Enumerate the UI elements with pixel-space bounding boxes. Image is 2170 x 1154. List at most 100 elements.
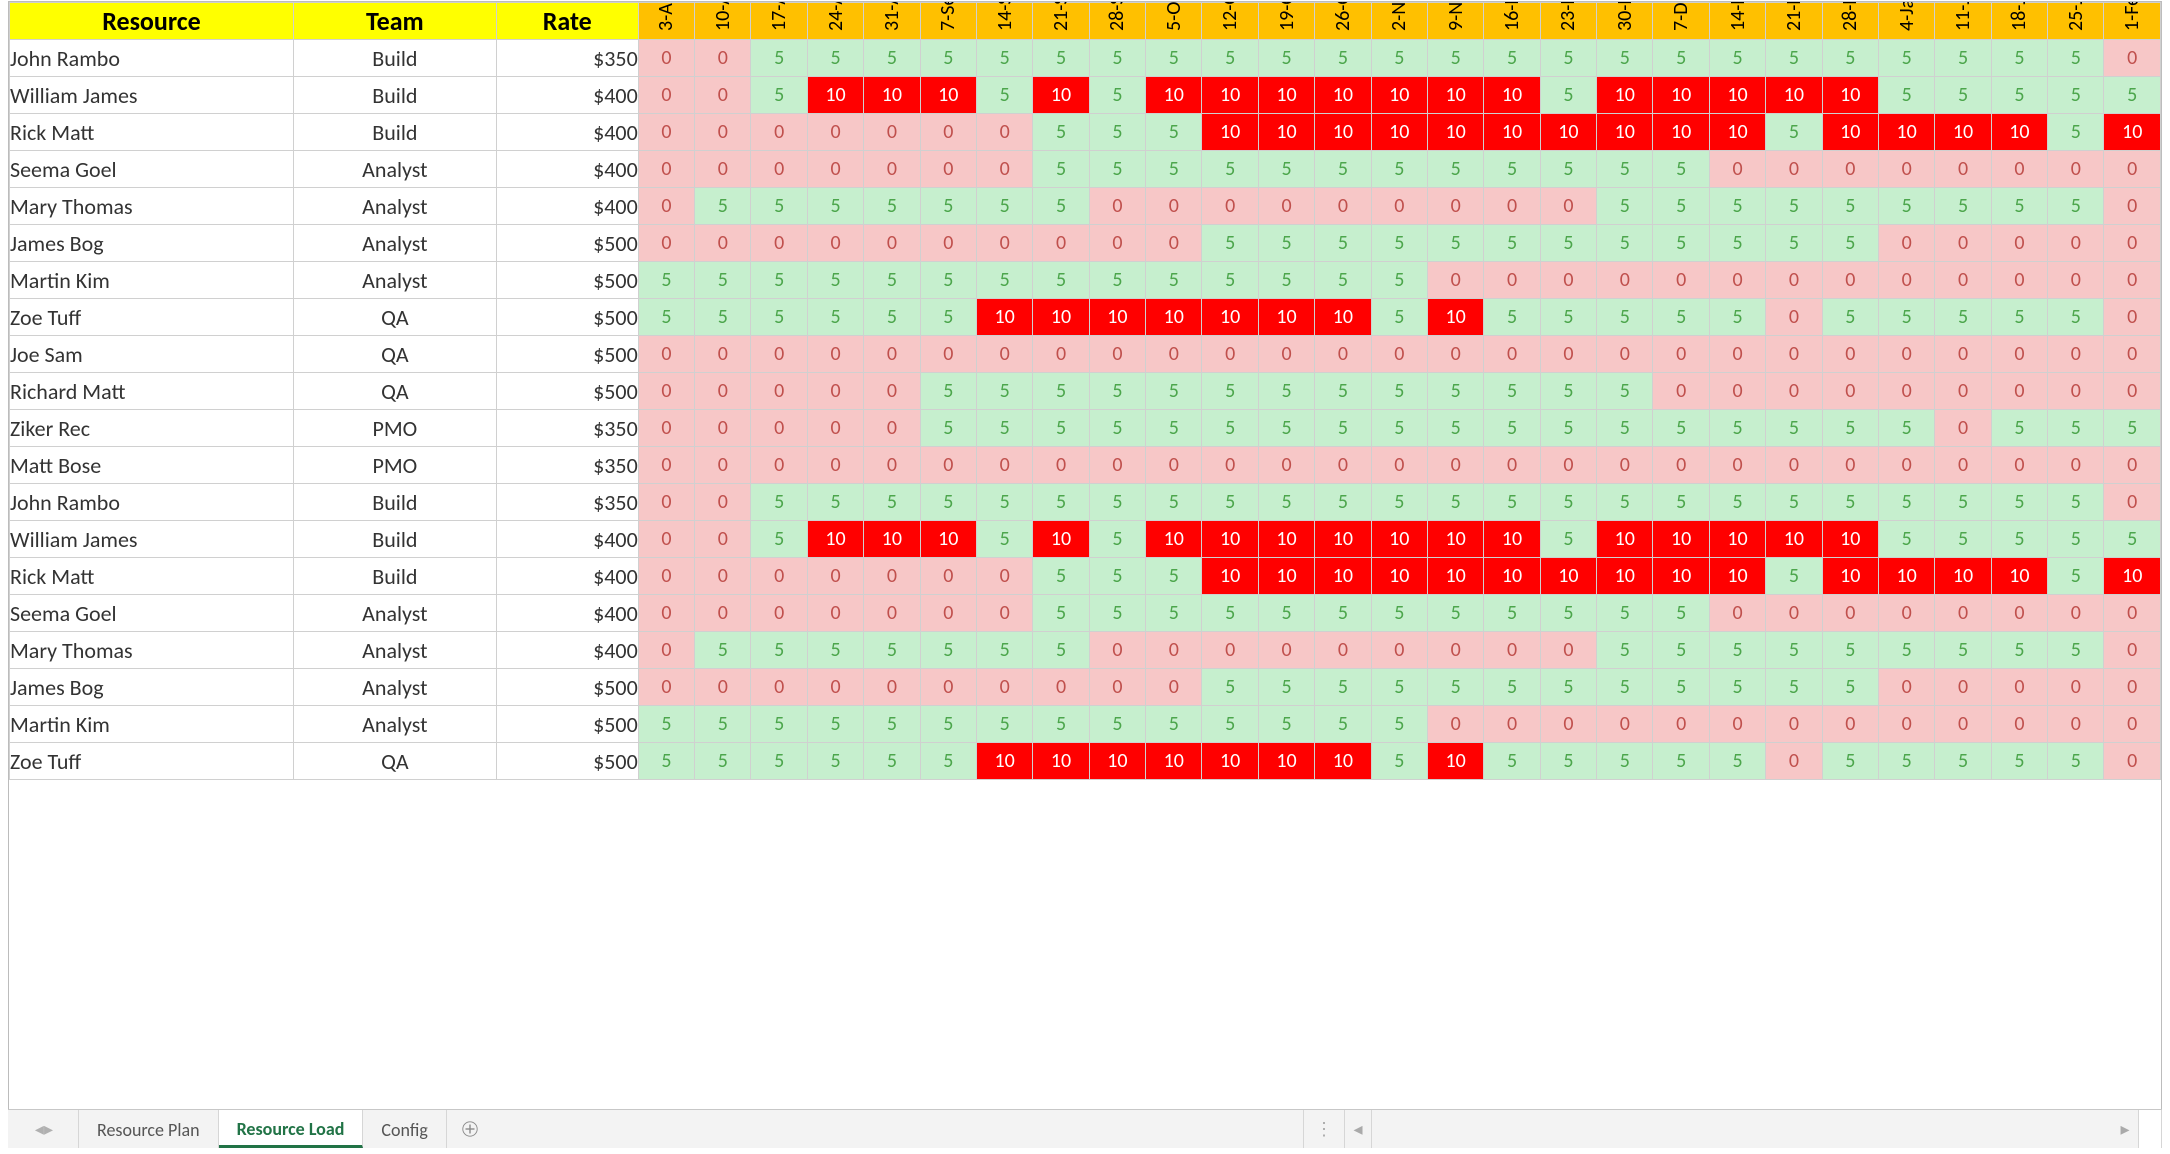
cell-load[interactable]: 5 [1146, 373, 1202, 410]
cell-load[interactable]: 5 [1709, 40, 1765, 77]
cell-load[interactable]: 0 [695, 40, 751, 77]
cell-rate[interactable]: $400 [496, 632, 638, 669]
cell-load[interactable]: 0 [807, 558, 863, 595]
cell-load[interactable]: 5 [1540, 151, 1596, 188]
cell-load[interactable]: 0 [1315, 447, 1371, 484]
cell-load[interactable]: 5 [1146, 595, 1202, 632]
cell-load[interactable]: 10 [1653, 558, 1709, 595]
cell-load[interactable]: 0 [864, 410, 920, 447]
cell-load[interactable]: 5 [1258, 151, 1314, 188]
cell-load[interactable]: 5 [1202, 595, 1258, 632]
cell-resource[interactable]: Richard Matt [10, 373, 294, 410]
cell-rate[interactable]: $500 [496, 743, 638, 780]
cell-load[interactable]: 5 [976, 706, 1032, 743]
cell-load[interactable]: 0 [1540, 706, 1596, 743]
col-header-week[interactable]: 21-Dec [1766, 3, 1822, 40]
cell-load[interactable]: 5 [1089, 706, 1145, 743]
cell-team[interactable]: Analyst [293, 151, 496, 188]
cell-load[interactable]: 5 [1315, 151, 1371, 188]
cell-load[interactable]: 5 [695, 262, 751, 299]
cell-load[interactable]: 0 [1935, 410, 1991, 447]
cell-load[interactable]: 5 [638, 743, 694, 780]
cell-load[interactable]: 5 [751, 77, 807, 114]
cell-load[interactable]: 0 [807, 447, 863, 484]
cell-rate[interactable]: $500 [496, 225, 638, 262]
cell-load[interactable]: 0 [1371, 447, 1427, 484]
cell-load[interactable]: 10 [1540, 558, 1596, 595]
cell-load[interactable]: 0 [1371, 188, 1427, 225]
cell-rate[interactable]: $500 [496, 336, 638, 373]
cell-load[interactable]: 5 [1822, 188, 1878, 225]
cell-load[interactable]: 0 [695, 447, 751, 484]
cell-rate[interactable]: $350 [496, 410, 638, 447]
cell-load[interactable]: 0 [695, 484, 751, 521]
col-header-week[interactable]: 28-Dec [1822, 3, 1878, 40]
cell-load[interactable]: 10 [1822, 558, 1878, 595]
cell-team[interactable]: Build [293, 484, 496, 521]
cell-load[interactable]: 0 [695, 558, 751, 595]
cell-load[interactable]: 0 [638, 669, 694, 706]
cell-load[interactable]: 0 [695, 114, 751, 151]
cell-load[interactable]: 0 [1709, 336, 1765, 373]
cell-load[interactable]: 5 [1935, 299, 1991, 336]
cell-load[interactable]: 5 [1427, 484, 1483, 521]
cell-load[interactable]: 0 [1258, 336, 1314, 373]
cell-load[interactable]: 5 [807, 40, 863, 77]
cell-load[interactable]: 10 [1484, 77, 1540, 114]
cell-load[interactable]: 5 [1822, 410, 1878, 447]
cell-rate[interactable]: $400 [496, 595, 638, 632]
cell-load[interactable]: 10 [807, 77, 863, 114]
cell-load[interactable]: 5 [1878, 40, 1934, 77]
cell-load[interactable]: 0 [1878, 447, 1934, 484]
cell-resource[interactable]: Zoe Tuff [10, 299, 294, 336]
cell-load[interactable]: 0 [2048, 225, 2104, 262]
cell-load[interactable]: 5 [2104, 521, 2161, 558]
cell-load[interactable]: 5 [1991, 40, 2047, 77]
cell-load[interactable]: 0 [638, 151, 694, 188]
cell-load[interactable]: 5 [807, 706, 863, 743]
cell-load[interactable]: 10 [1258, 743, 1314, 780]
cell-load[interactable]: 5 [1597, 632, 1653, 669]
cell-load[interactable]: 10 [1484, 558, 1540, 595]
cell-load[interactable]: 5 [1089, 262, 1145, 299]
cell-load[interactable]: 10 [1935, 558, 1991, 595]
cell-load[interactable]: 0 [1033, 225, 1089, 262]
cell-load[interactable]: 0 [1822, 595, 1878, 632]
cell-load[interactable]: 5 [1033, 410, 1089, 447]
cell-load[interactable]: 5 [1089, 410, 1145, 447]
cell-load[interactable]: 0 [638, 40, 694, 77]
cell-load[interactable]: 0 [1484, 706, 1540, 743]
cell-load[interactable]: 5 [1878, 521, 1934, 558]
cell-load[interactable]: 5 [1878, 77, 1934, 114]
cell-load[interactable]: 10 [1766, 521, 1822, 558]
cell-load[interactable]: 10 [1822, 521, 1878, 558]
cell-load[interactable]: 5 [1484, 373, 1540, 410]
cell-load[interactable]: 5 [1540, 669, 1596, 706]
cell-load[interactable]: 5 [2048, 521, 2104, 558]
cell-load[interactable]: 0 [864, 225, 920, 262]
col-header-week[interactable]: 7-Sep [920, 3, 976, 40]
cell-team[interactable]: PMO [293, 447, 496, 484]
cell-load[interactable]: 0 [976, 114, 1032, 151]
hscroll-track[interactable] [1371, 1110, 2112, 1148]
cell-load[interactable]: 5 [1371, 373, 1427, 410]
cell-load[interactable]: 0 [1033, 447, 1089, 484]
cell-load[interactable]: 5 [1089, 484, 1145, 521]
cell-load[interactable]: 5 [638, 299, 694, 336]
cell-load[interactable]: 0 [638, 77, 694, 114]
cell-load[interactable]: 0 [1878, 336, 1934, 373]
cell-load[interactable]: 0 [2104, 743, 2161, 780]
cell-load[interactable]: 0 [920, 595, 976, 632]
cell-load[interactable]: 5 [1146, 706, 1202, 743]
cell-load[interactable]: 5 [1258, 484, 1314, 521]
cell-team[interactable]: Build [293, 114, 496, 151]
cell-load[interactable]: 0 [1822, 373, 1878, 410]
cell-load[interactable]: 5 [2048, 114, 2104, 151]
cell-load[interactable]: 0 [1935, 336, 1991, 373]
cell-load[interactable]: 10 [1653, 114, 1709, 151]
cell-load[interactable]: 0 [1540, 632, 1596, 669]
cell-load[interactable]: 10 [1484, 521, 1540, 558]
cell-load[interactable]: 0 [920, 151, 976, 188]
cell-load[interactable]: 0 [1427, 336, 1483, 373]
col-header-week[interactable]: 21-Sep [1033, 3, 1089, 40]
